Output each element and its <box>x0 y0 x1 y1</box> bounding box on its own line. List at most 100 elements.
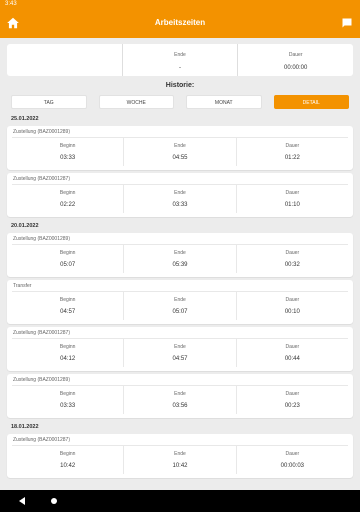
dauer-value: 00:32 <box>284 262 300 268</box>
entry-times: Beginn 02:22 Ende 03:33 Dauer 01:10 <box>12 184 348 213</box>
entry-dauer: Dauer 00:10 <box>235 292 348 320</box>
summary-ende: Ende - <box>121 44 238 76</box>
date-header: 25.01.2022 <box>11 116 39 122</box>
ende-label: Ende <box>174 297 186 303</box>
tab-monat[interactable]: MONAT <box>186 95 262 109</box>
entry-times: Beginn 05:07 Ende 05:39 Dauer 00:32 <box>12 244 348 273</box>
dauer-label: Dauer <box>285 344 300 350</box>
dauer-value: 00:23 <box>284 403 300 409</box>
entry-dauer: Dauer 00:44 <box>235 339 348 367</box>
period-tabs: TAG WOCHE MONAT DETAIL <box>11 95 349 109</box>
ende-value: 05:39 <box>172 262 188 268</box>
entry-times: Beginn 04:12 Ende 04:57 Dauer 00:44 <box>12 338 348 367</box>
entry-times: Beginn 10:42 Ende 10:42 Dauer 00:00:03 <box>12 445 348 474</box>
entry-ende: Ende 04:55 <box>123 138 235 166</box>
ende-label: Ende <box>174 391 186 397</box>
beginn-value: 10:42 <box>60 463 76 469</box>
entry-card[interactable]: Zustellung (BAZ0001289) Beginn 03:33 Ende 03… <box>7 374 353 418</box>
entry-ende: Ende 03:33 <box>123 185 235 213</box>
entry-beginn: Beginn 03:33 <box>12 386 123 414</box>
entry-ende: Ende 05:07 <box>123 292 235 320</box>
entry-ende: Ende 04:57 <box>123 339 235 367</box>
dauer-label: Dauer <box>285 143 300 149</box>
dauer-label: Dauer <box>285 391 300 397</box>
beginn-label: Beginn <box>59 143 76 149</box>
ende-label: Ende <box>174 250 186 256</box>
summary-beginn <box>7 44 122 76</box>
entry-beginn: Beginn 04:57 <box>12 292 123 320</box>
summary-ende-label: Ende <box>174 52 186 58</box>
entry-title: Zustellung (BAZ0001287) <box>13 176 70 182</box>
ende-label: Ende <box>174 190 186 196</box>
entry-title: Zustellung (BAZ0001287) <box>13 330 70 336</box>
entry-beginn: Beginn 02:22 <box>12 185 123 213</box>
entry-beginn: Beginn 10:42 <box>12 446 123 474</box>
entry-title: Zustellung (BAZ0001287) <box>13 437 70 443</box>
entry-dauer: Dauer 01:10 <box>235 185 348 213</box>
dauer-value: 00:10 <box>284 309 300 315</box>
date-header: 20.01.2022 <box>11 223 39 229</box>
entry-times: Beginn 03:33 Ende 03:56 Dauer 00:23 <box>12 385 348 414</box>
entry-card[interactable]: Zustellung (BAZ0001287) Beginn 02:22 Ende 03… <box>7 173 353 217</box>
entry-beginn: Beginn 05:07 <box>12 245 123 273</box>
entry-ende: Ende 10:42 <box>123 446 235 474</box>
beginn-label: Beginn <box>59 190 76 196</box>
entry-dauer: Dauer 01:22 <box>235 138 348 166</box>
dauer-value: 00:44 <box>284 356 300 362</box>
beginn-value: 04:12 <box>60 356 76 362</box>
page-title: Arbeitszeiten <box>154 18 206 27</box>
beginn-value: 04:57 <box>60 309 76 315</box>
entry-beginn: Beginn 03:33 <box>12 138 123 166</box>
chat-icon[interactable] <box>341 17 353 29</box>
historie-heading: Historie: <box>165 82 195 89</box>
ende-value: 03:33 <box>172 202 188 208</box>
ende-label: Ende <box>174 143 186 149</box>
tab-tag[interactable]: TAG <box>11 95 87 109</box>
entry-title: Zustellung (BAZ0001289) <box>13 129 70 135</box>
entry-card[interactable]: Zustellung (BAZ0001289) Beginn 05:07 Ende 05… <box>7 233 353 277</box>
home-nav-icon[interactable] <box>51 498 57 504</box>
system-nav-bar <box>0 490 360 512</box>
dauer-label: Dauer <box>285 297 300 303</box>
beginn-value: 03:33 <box>60 403 76 409</box>
entry-title: Zustellung (BAZ0001289) <box>13 377 70 383</box>
dauer-value: 01:22 <box>284 155 300 161</box>
beginn-value: 02:22 <box>60 202 76 208</box>
beginn-label: Beginn <box>59 250 76 256</box>
entry-card[interactable]: Zustellung (BAZ0001287) Beginn 04:12 Ende 04… <box>7 327 353 371</box>
beginn-label: Beginn <box>59 451 76 457</box>
summary-dauer-label: Dauer <box>288 52 303 58</box>
dauer-label: Dauer <box>285 190 300 196</box>
entry-ende: Ende 03:56 <box>123 386 235 414</box>
tab-detail[interactable]: DETAIL <box>273 95 349 109</box>
entry-card[interactable]: Zustellung (BAZ0001289) Beginn 03:33 Ende 04… <box>7 126 353 170</box>
entry-beginn: Beginn 04:12 <box>12 339 123 367</box>
dauer-label: Dauer <box>285 451 300 457</box>
summary-dauer: Dauer 00:00:00 <box>237 44 353 76</box>
tab-woche[interactable]: WOCHE <box>98 95 174 109</box>
entry-title: Transfer <box>13 283 32 289</box>
entry-card[interactable]: Transfer Beginn 04:57 Ende 05:07 Dauer 00:10 <box>7 280 353 324</box>
ende-value: 04:57 <box>172 356 188 362</box>
back-icon[interactable] <box>19 497 25 505</box>
beginn-label: Beginn <box>59 344 76 350</box>
date-header: 18.01.2022 <box>11 424 39 430</box>
beginn-label: Beginn <box>59 391 76 397</box>
ende-value: 04:55 <box>172 155 188 161</box>
ende-label: Ende <box>174 451 186 457</box>
status-bar: 3:43 <box>0 0 360 8</box>
beginn-value: 03:33 <box>60 155 76 161</box>
summary-card: Ende - Dauer 00:00:00 <box>7 44 353 76</box>
summary-ende-value: - <box>179 65 181 71</box>
dauer-label: Dauer <box>285 250 300 256</box>
entry-card[interactable]: Zustellung (BAZ0001287) Beginn 10:42 Ende 10… <box>7 434 353 478</box>
content-area[interactable]: Ende - Dauer 00:00:00 Historie: TAG WOCH… <box>0 38 360 490</box>
entry-dauer: Dauer 00:32 <box>235 245 348 273</box>
entry-title: Zustellung (BAZ0001289) <box>13 236 70 242</box>
history-list[interactable]: 25.01.2022 Zustellung (BAZ0001289) Beginn 0… <box>0 113 360 481</box>
ende-value: 03:56 <box>172 403 188 409</box>
entry-dauer: Dauer 00:23 <box>235 386 348 414</box>
entry-dauer: Dauer 00:00:03 <box>235 446 348 474</box>
app-bar: Arbeitszeiten <box>0 8 360 38</box>
ende-value: 05:07 <box>172 309 188 315</box>
